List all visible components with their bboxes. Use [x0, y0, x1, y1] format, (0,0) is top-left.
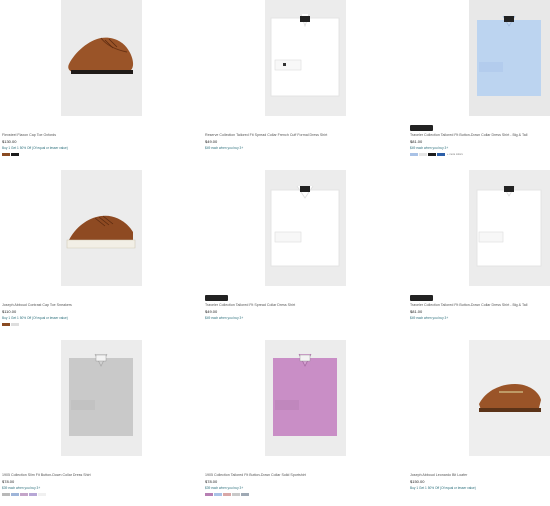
color-swatch[interactable] [29, 492, 37, 496]
product-title[interactable]: Traveler Collection Tailored Fit Button-… [410, 303, 550, 307]
color-swatch[interactable] [11, 152, 19, 156]
blue-dress-shirt [477, 15, 541, 96]
traveler-badge [410, 295, 433, 301]
product-card[interactable]: Reserve Collection Tailored Fit Spread C… [205, 0, 346, 166]
product-title[interactable]: Reserve Collection Tailored Fit Spread C… [205, 133, 345, 137]
color-swatches [2, 492, 46, 496]
product-image[interactable] [61, 0, 142, 116]
product-promo: Buy 1 Get 1 50% Off (Of equal or lesser … [410, 486, 476, 490]
product-price: $81.00 [410, 309, 423, 314]
color-swatch[interactable] [11, 492, 19, 496]
white-button-down-shirt [476, 185, 542, 267]
product-image[interactable] [61, 340, 142, 456]
product-promo: $49 each when you buy 3+ [205, 146, 244, 150]
color-swatches [2, 322, 19, 326]
product-title[interactable]: Flexsteel Flaxon Cap Toe Oxfords [2, 133, 142, 137]
product-promo: $49 each when you buy 3+ [410, 146, 449, 150]
color-swatch[interactable] [223, 492, 231, 496]
product-title[interactable]: 1905 Collection Slim Fit Button-Down Col… [2, 473, 142, 477]
color-swatch[interactable] [410, 152, 418, 156]
color-swatches [205, 492, 249, 496]
product-title[interactable]: Joseph Abboud Leonardo Bit Loafer [410, 473, 550, 477]
product-price: $49.00 [205, 309, 218, 314]
product-image[interactable] [61, 170, 142, 286]
product-price: $49.00 [205, 139, 218, 144]
product-price: $110.00 [2, 309, 17, 314]
white-spread-collar-shirt [270, 185, 340, 267]
color-swatch[interactable] [2, 152, 10, 156]
product-price: $78.00 [205, 479, 218, 484]
color-swatch[interactable] [437, 152, 445, 156]
color-swatch[interactable] [205, 492, 213, 496]
color-swatches [2, 152, 19, 156]
product-grid: Flexsteel Flaxon Cap Toe Oxfords $130.00… [0, 0, 550, 504]
color-swatch[interactable] [2, 492, 10, 496]
color-swatch[interactable] [214, 492, 222, 496]
product-card[interactable]: Joseph Abboud Contrast Cap Toe Sneakers … [2, 170, 142, 336]
product-promo: Buy 1 Get 1 50% Off (Of equal or lesser … [2, 316, 68, 320]
brown-bit-loafer [479, 384, 541, 412]
product-promo: $49 each when you buy 3+ [205, 316, 244, 320]
color-swatch[interactable] [241, 492, 249, 496]
product-price: $78.00 [2, 479, 15, 484]
product-title[interactable]: 1905 Collection Tailored Fit Button-Down… [205, 473, 345, 477]
product-card[interactable]: Joseph Abboud Leonardo Bit Loafer $150.0… [410, 340, 550, 506]
product-price: $150.00 [410, 479, 425, 484]
product-image[interactable] [469, 340, 550, 456]
product-card[interactable]: 1905 Collection Tailored Fit Button-Down… [205, 340, 346, 506]
product-image[interactable] [265, 170, 346, 286]
product-image[interactable] [469, 170, 550, 286]
product-image[interactable] [265, 0, 346, 116]
product-promo: $39 each when you buy 3+ [2, 486, 41, 490]
gray-dress-shirt [69, 353, 133, 436]
product-promo: $49 each when you buy 3+ [410, 316, 449, 320]
color-swatch[interactable] [20, 492, 28, 496]
product-price: $130.00 [2, 139, 17, 144]
color-swatch[interactable] [38, 492, 46, 496]
product-card[interactable]: Traveler Collection Tailored Fit Button-… [410, 170, 550, 336]
product-title[interactable]: Joseph Abboud Contrast Cap Toe Sneakers [2, 303, 142, 307]
product-card[interactable]: Traveler Collection Tailored Fit Spread … [205, 170, 346, 336]
product-title[interactable]: Traveler Collection Tailored Fit Spread … [205, 303, 345, 307]
product-title[interactable]: Traveler Collection Tailored Fit Button-… [410, 133, 550, 137]
product-card[interactable]: Traveler Collection Tailored Fit Button-… [410, 0, 550, 166]
product-image[interactable] [265, 340, 346, 456]
color-swatch[interactable] [11, 322, 19, 326]
color-swatch[interactable] [2, 322, 10, 326]
product-card[interactable]: Flexsteel Flaxon Cap Toe Oxfords $130.00… [2, 0, 142, 166]
traveler-badge [410, 125, 433, 131]
lilac-sportshirt [273, 353, 337, 436]
color-swatch[interactable] [419, 152, 427, 156]
color-swatches: + more colors [410, 152, 463, 156]
shoe-oxford-icon [68, 37, 134, 74]
product-promo: $39 each when you buy 3+ [205, 486, 244, 490]
more-colors-link[interactable]: + more colors [447, 153, 463, 156]
traveler-badge [205, 295, 228, 301]
color-swatch[interactable] [232, 492, 240, 496]
product-price: $81.00 [410, 139, 423, 144]
white-french-cuff-shirt [270, 13, 340, 97]
color-swatch[interactable] [428, 152, 436, 156]
product-card[interactable]: 1905 Collection Slim Fit Button-Down Col… [2, 340, 142, 506]
product-promo: Buy 1 Get 1 50% Off (Of equal or lesser … [2, 146, 68, 150]
brown-sneaker [66, 215, 136, 249]
product-image[interactable] [469, 0, 550, 116]
